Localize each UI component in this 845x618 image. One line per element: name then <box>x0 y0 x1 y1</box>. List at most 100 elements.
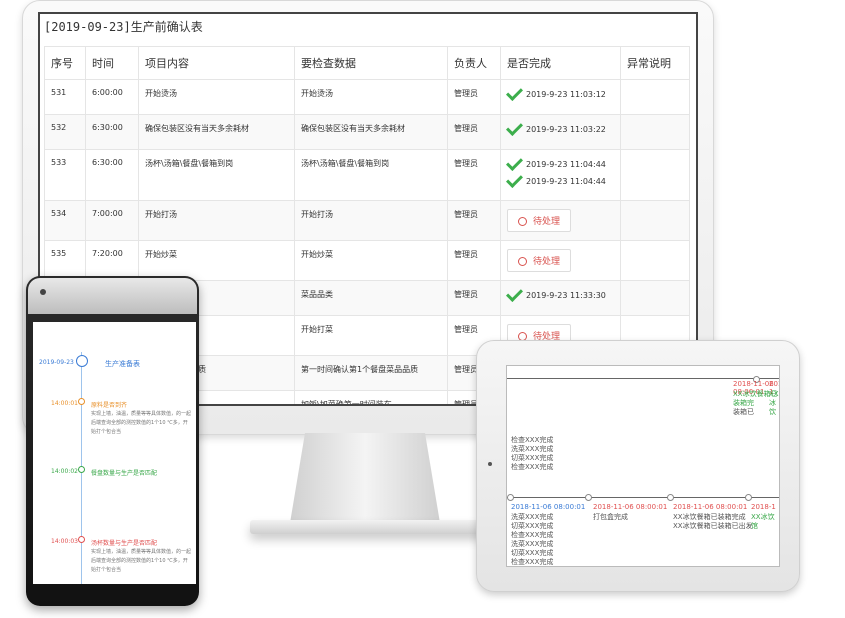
phone-event-desc-3: 实现上墙，油温，质量等等具体数值，的一起后端查询全部的测控数值的1个10 ℃多，… <box>91 549 192 573</box>
timeline-dot <box>78 466 85 473</box>
row-note <box>620 114 690 150</box>
column-header-note: 异常说明 <box>620 46 690 80</box>
checkmark-icon <box>506 171 523 188</box>
phone-event-title-2: 餐盘数量与生产是否匹配 <box>91 470 158 477</box>
tablet-bottom-col-2: 打包盒完成 <box>593 513 628 521</box>
phone-top-bezel <box>28 278 197 314</box>
completed-time: 2019-9-23 11:03:22 <box>526 125 606 134</box>
monitor-base <box>250 520 490 534</box>
timeline-axis-top <box>507 378 779 379</box>
tablet-bottom-date-3: 2018-11-06 08:00:01 <box>673 503 748 511</box>
column-header-item: 项目内容 <box>138 46 295 80</box>
tablet-bottom-col-4: XX冰饮 馆 <box>751 513 775 530</box>
column-header-status: 是否完成 <box>500 46 621 80</box>
tablet-bottom-col-3: XX冰饮餐箱已装箱完成 XX冰饮餐箱已装箱已出发 <box>673 513 753 530</box>
row-id: 535 <box>44 240 86 281</box>
row-owner: 管理员 <box>447 114 501 150</box>
phone-header-date: 2019-09-23 <box>39 359 74 366</box>
pending-button[interactable]: 待处理 <box>507 209 572 232</box>
completed-time: 2019-9-23 11:04:44 <box>526 177 606 186</box>
row-id: 531 <box>44 79 86 115</box>
row-check: 开始炒菜 <box>294 240 448 281</box>
row-time: 6:00:00 <box>85 79 139 115</box>
row-status: 待处理 <box>500 200 621 241</box>
timeline-dot <box>507 494 514 501</box>
table-row: 534 7:00:00 开始打汤 开始打汤 管理员 待处理 <box>44 200 690 241</box>
timeline-axis-bottom <box>507 497 779 498</box>
row-check: 菜品品类 <box>294 280 448 316</box>
row-check: 开始烫汤 <box>294 79 448 115</box>
row-status: 2019-9-23 11:03:12 <box>500 79 621 115</box>
row-check: 确保包装区没有当天多余耗材 <box>294 114 448 150</box>
row-note <box>620 240 690 281</box>
row-time: 7:20:00 <box>85 240 139 281</box>
tablet-bottom-date-4: 2018-1 <box>751 503 776 511</box>
checkmark-icon <box>506 154 523 171</box>
completed-time: 2019-9-23 11:03:12 <box>526 90 606 99</box>
timeline-dot <box>745 494 752 501</box>
row-check: 开始打汤 <box>294 200 448 241</box>
row-item: 开始炒菜 <box>138 240 295 281</box>
tablet-screen: 2018-11-06 08:00:01 2018-1 XX冰饮餐箱已装箱完 XX… <box>506 365 780 567</box>
row-owner: 管理员 <box>447 240 501 281</box>
row-time: 6:30:00 <box>85 149 139 201</box>
checkmark-icon <box>506 285 523 302</box>
pending-button[interactable]: 待处理 <box>507 249 572 272</box>
table-row: 535 7:20:00 开始炒菜 开始炒菜 管理员 待处理 <box>44 240 690 281</box>
checkmark-icon <box>506 119 523 136</box>
timeline-dot <box>78 536 85 543</box>
row-note <box>620 280 690 316</box>
phone-event-time-3: 14:00:03 <box>51 538 78 545</box>
page-title: [2019-09-23]生产前确认表 <box>44 20 203 34</box>
tablet-bottom-col-1: 洗菜XXX完成 切菜XXX完成 检查XXX完成 洗菜XXX完成 切菜XXX完成 … <box>511 513 554 566</box>
checkmark-icon <box>506 84 523 101</box>
phone-event-title-1: 原料是否到齐 <box>91 402 128 409</box>
tablet-bottom-date-1: 2018-11-06 08:00:01 <box>511 503 586 511</box>
completed-entry: 2019-9-23 11:03:22 <box>506 119 614 136</box>
table-row: 533 6:30:00 汤杯\汤箱\餐盘\餐箱到岗 汤杯\汤箱\餐盘\餐箱到岗 管理员 2… <box>44 149 690 201</box>
table-row: 531 6:00:00 开始烫汤 开始烫汤 管理员 2019-9-23 11:03:12 <box>44 79 690 115</box>
tablet-camera <box>488 462 492 466</box>
completed-time: 2019-9-23 11:04:44 <box>526 160 606 169</box>
row-note <box>620 200 690 241</box>
row-owner: 管理员 <box>447 280 501 316</box>
tablet-top-text-3: 装箱已 <box>733 408 754 416</box>
row-item: 确保包装区没有当天多余耗材 <box>138 114 295 150</box>
row-status: 2019-9-23 11:03:22 <box>500 114 621 150</box>
column-header-owner: 负责人 <box>447 46 501 80</box>
table-row: 532 6:30:00 确保包装区没有当天多余耗材 确保包装区没有当天多余耗材 管理员 2… <box>44 114 690 150</box>
pending-label: 待处理 <box>533 257 561 267</box>
tablet-top-text-2: XX冰饮 <box>769 390 779 416</box>
tablet-left-list: 检查XXX完成 洗菜XXX完成 切菜XXX完成 检查XXX完成 <box>511 436 554 471</box>
clock-icon <box>76 355 88 367</box>
clock-icon <box>518 257 527 266</box>
column-header-check: 要检查数据 <box>294 46 448 80</box>
row-status: 2019-9-23 11:33:30 <box>500 280 621 316</box>
row-id: 532 <box>44 114 86 150</box>
clock-icon <box>518 217 527 226</box>
completed-time: 2019-9-23 11:33:30 <box>526 291 606 300</box>
phone-event-time-1: 14:00:01 <box>51 400 78 407</box>
row-check: 汤杯\汤箱\餐盘\餐箱到岗 <box>294 149 448 201</box>
phone-event-time-2: 14:00:02 <box>51 468 78 475</box>
column-header-time: 时间 <box>85 46 139 80</box>
column-header-id: 序号 <box>44 46 86 80</box>
row-owner: 管理员 <box>447 200 501 241</box>
row-item: 开始打汤 <box>138 200 295 241</box>
row-item: 开始烫汤 <box>138 79 295 115</box>
row-note <box>620 149 690 201</box>
completed-entry: 2019-9-23 11:04:44 <box>506 154 614 171</box>
monitor-stand <box>290 433 440 523</box>
timeline-dot <box>78 398 85 405</box>
row-id: 533 <box>44 149 86 201</box>
row-owner: 管理员 <box>447 79 501 115</box>
row-id: 534 <box>44 200 86 241</box>
completed-entry: 2019-9-23 11:33:30 <box>506 285 614 302</box>
phone-camera-icon <box>40 289 46 295</box>
row-status: 2019-9-23 11:04:44 2019-9-23 11:04:44 <box>500 149 621 201</box>
row-item: 汤杯\汤箱\餐盘\餐箱到岗 <box>138 149 295 201</box>
row-status: 待处理 <box>500 240 621 281</box>
phone-event-title-3: 汤杯数量与生产是否匹配 <box>91 540 158 547</box>
row-owner: 管理员 <box>447 149 501 201</box>
tablet-bottom-date-2: 2018-11-06 08:00:01 <box>593 503 668 511</box>
